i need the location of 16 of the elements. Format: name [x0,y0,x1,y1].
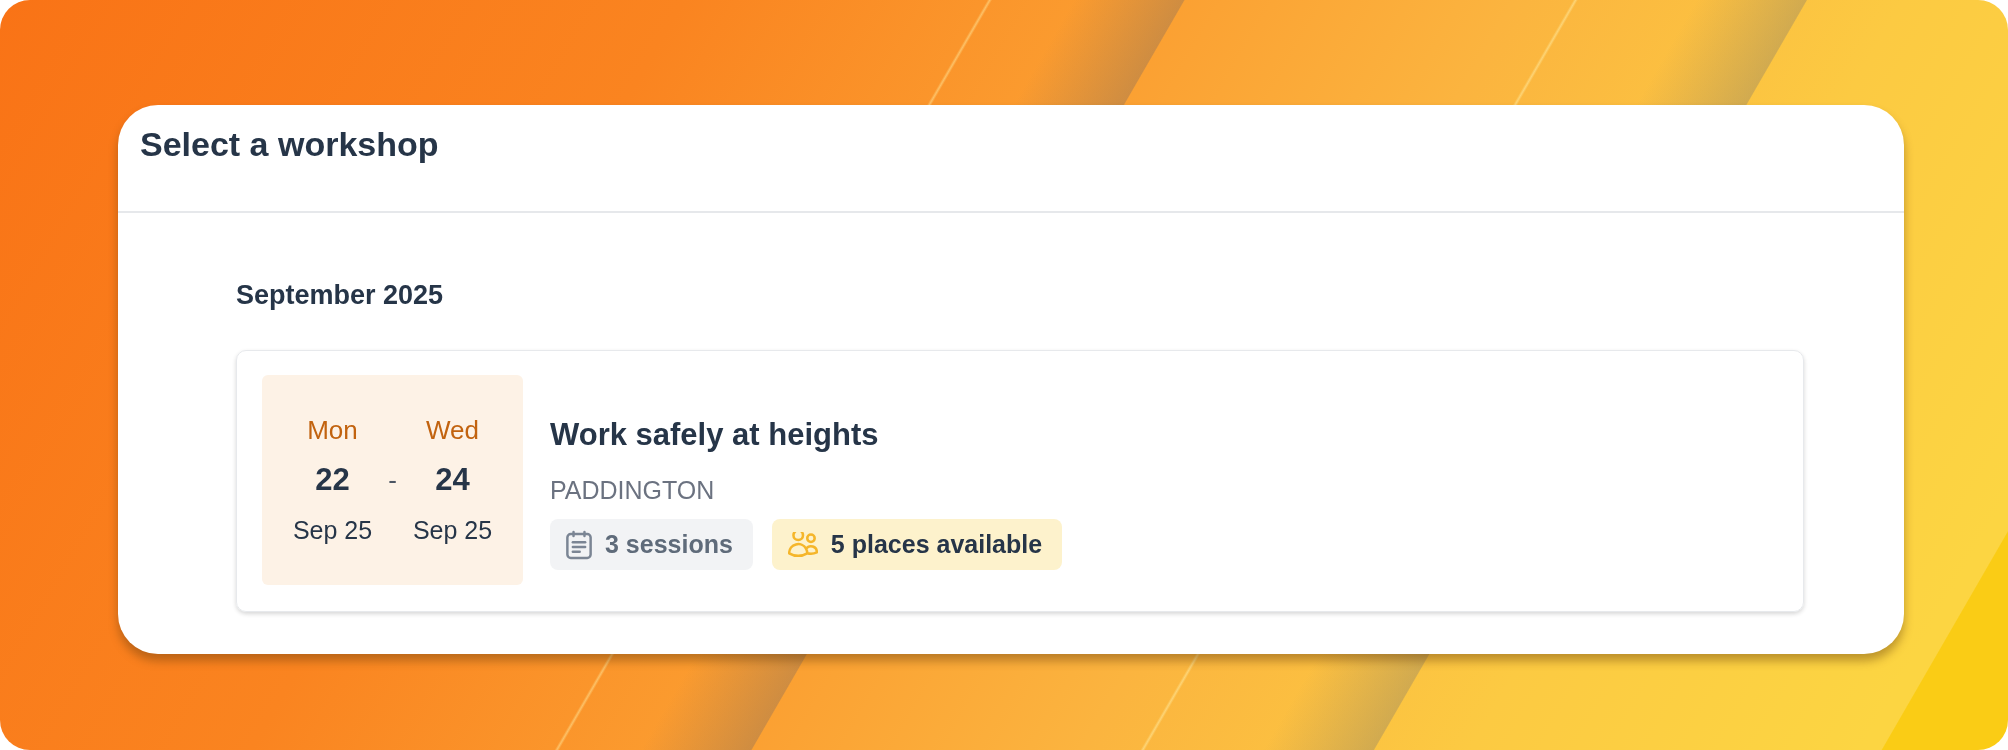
badge-label: 3 sessions [605,530,733,559]
badge-label: 5 places available [830,530,1043,559]
dialog-title: Select a workshop [140,124,439,165]
day-number: 24 [435,461,470,499]
weekday-label: Mon [307,414,358,447]
date-separator: - [387,464,398,497]
location-label: PADDINGTON [550,475,715,505]
month-year-label: Sep 25 [412,515,493,546]
calendar-icon [566,529,592,560]
people-icon [787,531,818,558]
day-number: 22 [315,461,350,499]
month-year-label: Sep 25 [292,515,373,546]
workshop-title: Work safely at heights [550,416,879,454]
month-heading: September 2025 [236,279,444,311]
workshop-card[interactable]: Mon 22 Sep 25 - Wed 24 Sep 25 Work safely at heights PADDINGTON 3 sessions 5 places available [236,350,1804,612]
weekday-label: Wed [426,414,479,447]
